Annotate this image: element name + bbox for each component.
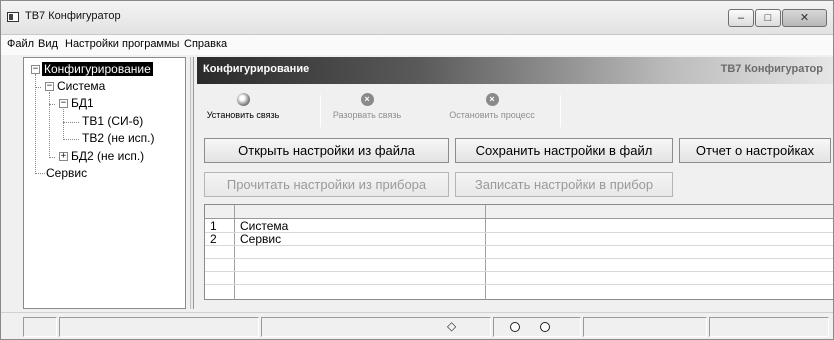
- globe-icon: [236, 93, 250, 106]
- toolbar-separator: [320, 95, 321, 127]
- status-bar: ◇: [1, 312, 833, 339]
- settings-report-button[interactable]: Отчет о настройках: [679, 138, 831, 163]
- tree-connector: [35, 87, 41, 88]
- tree-connector: [49, 104, 55, 105]
- stop-icon: ×: [485, 93, 499, 106]
- tree-connector: [35, 74, 36, 174]
- status-panel: [261, 317, 491, 337]
- tree-connector: [35, 173, 45, 174]
- menu-file[interactable]: Файл: [7, 38, 34, 50]
- panel-title: Конфигурирование: [203, 63, 310, 75]
- tree-item-service[interactable]: Сервис: [46, 166, 87, 180]
- config-tree[interactable]: − Конфигурирование − Система − БД1 ТВ1 (…: [23, 57, 186, 309]
- minimize-button[interactable]: –: [728, 9, 754, 27]
- app-icon: [7, 12, 19, 22]
- status-indicator-icon: [510, 322, 520, 332]
- grid-row-number: 2: [210, 232, 217, 246]
- grid-row-divider: [205, 284, 833, 285]
- menu-view[interactable]: Вид: [38, 38, 58, 50]
- tree-item-bd1[interactable]: БД1: [71, 96, 94, 110]
- disconnect-label: Разорвать связь: [332, 110, 402, 120]
- app-window: ТВ7 Конфигуратор – □ ✕ Файл Вид Настройк…: [0, 0, 834, 340]
- maximize-button[interactable]: □: [755, 9, 781, 27]
- status-panel: [23, 317, 57, 337]
- grid-row-divider: [205, 245, 833, 246]
- tree-item-system[interactable]: Система: [57, 79, 105, 93]
- menu-program-settings[interactable]: Настройки программы: [65, 38, 179, 50]
- grid-row-divider: [205, 271, 833, 272]
- menu-bar: Файл Вид Настройки программы Справка: [1, 35, 833, 55]
- title-bar: ТВ7 Конфигуратор – □ ✕: [1, 1, 833, 35]
- collapse-icon[interactable]: −: [45, 82, 54, 91]
- collapse-icon[interactable]: −: [59, 99, 68, 108]
- diamond-icon: ◇: [447, 319, 457, 333]
- grid-row-divider: [205, 232, 833, 233]
- grid-row-name[interactable]: Сервис: [240, 233, 281, 245]
- tree-connector: [63, 139, 79, 140]
- save-settings-file-button[interactable]: Сохранить настройки в файл: [455, 138, 673, 163]
- tree-item-tv1[interactable]: ТВ1 (СИ-6): [82, 114, 143, 128]
- open-settings-file-button[interactable]: Открыть настройки из файла: [204, 138, 449, 163]
- status-panel: [709, 317, 829, 337]
- connect-label: Установить связь: [206, 110, 280, 120]
- settings-grid[interactable]: 1 Система 2 Сервис: [204, 204, 833, 300]
- expand-icon[interactable]: +: [59, 152, 68, 161]
- connect-button[interactable]: Установить связь: [204, 91, 282, 129]
- grid-column-divider: [485, 205, 486, 300]
- status-panel: [59, 317, 259, 337]
- menu-help[interactable]: Справка: [184, 38, 227, 50]
- status-panel: [493, 317, 581, 337]
- grid-header: [205, 205, 833, 219]
- toolbar-separator: [560, 95, 561, 127]
- tree-item-tv2[interactable]: ТВ2 (не исп.): [82, 131, 155, 145]
- stop-process-button[interactable]: × Остановить процесс: [442, 91, 542, 129]
- panel-splitter[interactable]: [190, 57, 194, 309]
- disconnect-button[interactable]: × Разорвать связь: [325, 91, 409, 129]
- status-panel: [583, 317, 707, 337]
- read-from-device-button[interactable]: Прочитать настройки из прибора: [204, 172, 449, 197]
- write-to-device-button[interactable]: Записать настройки в прибор: [455, 172, 673, 197]
- grid-row-name[interactable]: Система: [240, 220, 288, 232]
- panel-header: Конфигурирование ТВ7 Конфигуратор: [197, 57, 833, 84]
- tree-connector: [49, 157, 55, 158]
- tree-connector: [63, 109, 64, 140]
- toolbar: Установить связь × Разорвать связь × Ост…: [199, 91, 833, 129]
- grid-row-number: 1: [210, 219, 217, 233]
- status-indicator-icon: [540, 322, 550, 332]
- window-title: ТВ7 Конфигуратор: [25, 10, 121, 22]
- tree-connector: [49, 92, 50, 158]
- tree-item-bd2[interactable]: БД2 (не исп.): [71, 149, 144, 163]
- tree-item-configuration[interactable]: Конфигурирование: [42, 62, 153, 76]
- stop-icon: ×: [360, 93, 374, 106]
- tree-connector: [63, 122, 79, 123]
- stop-process-label: Остановить процесс: [449, 110, 535, 120]
- close-button[interactable]: ✕: [782, 9, 827, 27]
- grid-row-divider: [205, 258, 833, 259]
- panel-app-name: ТВ7 Конфигуратор: [720, 63, 823, 75]
- grid-column-divider: [234, 205, 235, 300]
- collapse-icon[interactable]: −: [31, 65, 40, 74]
